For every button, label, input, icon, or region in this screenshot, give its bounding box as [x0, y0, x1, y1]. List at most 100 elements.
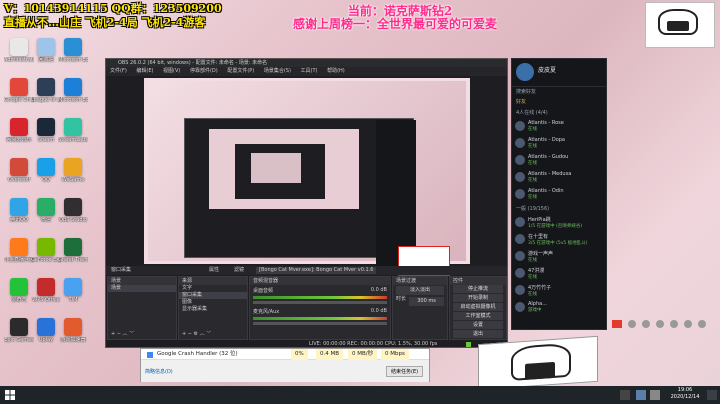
desktop-icon-gta[interactable]: Grand Theft Auto V [58, 238, 88, 263]
tray-chevron-icon[interactable] [620, 390, 630, 400]
friend-row[interactable]: Atlantis - Medusa 在线 [512, 169, 606, 186]
tray-icon[interactable] [698, 320, 706, 328]
window-select[interactable]: [Bongo Cat Mver.exe]: Bongo Cat Mver v0.… [256, 267, 377, 274]
network-icon[interactable] [636, 390, 646, 400]
friend-row[interactable]: 在十里有 3/5 在游戏中 (5v5 极地乱斗) [512, 231, 606, 248]
menu-edit[interactable]: 编辑(E) [136, 68, 153, 74]
scene-add-button[interactable]: + − ︿ ﹀ [108, 331, 134, 338]
friend-row[interactable]: 47洪漫 在线 [512, 265, 606, 282]
friend-row[interactable]: HeriPia跳 1/5 在游戏中 (召唤师峡谷) [512, 214, 606, 231]
desktop-icon-wegame[interactable]: WeGame [58, 158, 88, 183]
desktop-icon-steam[interactable]: Steam [31, 118, 61, 143]
tray-icon[interactable] [656, 320, 664, 328]
desktop-icon-streamlabs[interactable]: StreamLabs [58, 118, 88, 143]
desktop-icon-qq2[interactable]: 腾讯QQ [4, 198, 34, 223]
friend-group-header[interactable]: 4人在线 (4/4) [512, 107, 606, 118]
duration-input[interactable]: 300 ms [409, 297, 444, 306]
fewer-details-link[interactable]: 简略信息(D) [145, 368, 173, 375]
notification-icon[interactable] [707, 390, 717, 400]
desktop-icon-recycle-bin[interactable]: 回收站 [31, 38, 61, 63]
menu-view[interactable]: 视图(V) [163, 68, 180, 74]
transition-select[interactable]: 淡入淡出 [396, 286, 444, 295]
desktop-icon-edge[interactable]: Microsoft Edge [58, 38, 88, 63]
start-recording-button[interactable]: 开始录制 [453, 294, 503, 302]
friend-status: 在线 [528, 127, 537, 132]
process-memory: 0.4 MB [316, 349, 344, 360]
scene-item[interactable]: 场景 [108, 285, 176, 292]
source-item[interactable]: 文字 [179, 285, 247, 292]
gta-icon [64, 238, 82, 256]
desktop-icon-accelerator[interactable]: 游戏加速器 [58, 318, 88, 343]
clock[interactable]: 19:06 2020/12/14 [666, 387, 704, 401]
user-avatar[interactable] [516, 63, 534, 81]
menu-scene-collection[interactable]: 场景集合(S) [264, 68, 291, 74]
desktop-icon-overwolf[interactable]: Overwolf [4, 158, 34, 183]
process-row[interactable]: Google Crash Handler (32 位) 0% 0.4 MB 0 … [141, 349, 429, 360]
volume-icon[interactable] [650, 390, 660, 400]
menu-file[interactable]: 文件(F) [110, 68, 127, 74]
obs-preview[interactable] [144, 78, 470, 276]
windows-start-icon[interactable] [5, 390, 15, 400]
search-friends[interactable]: 搜索好友 [512, 87, 606, 97]
volume-slider[interactable] [253, 301, 387, 304]
stop-streaming-button[interactable]: 停止推流 [453, 285, 503, 293]
desktop-icon-wechat[interactable]: 微信 [31, 198, 61, 223]
friend-row[interactable]: Atlantis - Gudou 在线 [512, 152, 606, 169]
menu-tools[interactable]: 工具(T) [301, 68, 318, 74]
desktop-icon-wps[interactable]: WPS Office [31, 278, 61, 303]
friend-row[interactable]: Atlantis - Dopa 在线 [512, 135, 606, 152]
studio-mode-button[interactable]: 工作室模式 [453, 312, 503, 320]
source-item[interactable]: 显示器采集 [179, 306, 247, 313]
desktop-icon-lol[interactable]: League of Legends [31, 78, 61, 103]
desktop-icon-label: Uplay [38, 337, 54, 343]
tray-icon[interactable] [628, 320, 636, 328]
obs-title-bar[interactable]: OBS 26.0.2 (64 bit, windows) - 配置文件: 未命名… [106, 59, 507, 67]
menu-profile[interactable]: 配置文件(P) [227, 68, 254, 74]
filters-button[interactable]: 滤镜 [231, 267, 244, 274]
task-manager-window[interactable]: Google Crash Handler (32 位) 0% 0.4 MB 0 … [140, 348, 430, 382]
desktop-icon-qq[interactable]: QQ [31, 158, 61, 183]
desktop-icon-iqiyi[interactable]: 爱奇艺 [4, 278, 34, 303]
desktop-icon-edge2[interactable]: Microsoft Edge [58, 78, 88, 103]
sogou-icon[interactable] [612, 320, 622, 328]
end-task-button[interactable]: 结束任务(E) [386, 366, 424, 377]
desktop-icon-netease-music[interactable]: 网易云音乐 [4, 118, 34, 143]
desktop-icon-chrome[interactable]: Google Chrome [4, 78, 34, 103]
desktop-icon-obs[interactable]: OBS Studio [58, 198, 88, 223]
obs-window[interactable]: OBS 26.0.2 (64 bit, windows) - 配置文件: 未命名… [105, 58, 508, 348]
tray-icon[interactable] [642, 320, 650, 328]
friend-list-window[interactable]: 皮皮夏 搜索好友 好友 4人在线 (4/4) Atlantis - Rose 在线… [511, 58, 607, 330]
obs-menu-bar: 文件(F) 编辑(E) 视图(V) 停靠部件(D) 配置文件(P) 场景集合(S… [106, 67, 507, 76]
friend-row[interactable]: 4万竹竹子 在线 [512, 282, 606, 299]
desktop-icon-uplay[interactable]: Uplay [31, 318, 61, 343]
source-add-button[interactable]: + − ⚙ ︿ ﹀ [179, 331, 211, 338]
properties-button[interactable]: 属性 [206, 267, 219, 274]
friend-row[interactable]: Alpha... 游戏中 [512, 299, 606, 316]
desktop-icon-epic[interactable]: Epic Games [4, 318, 34, 343]
exit-button[interactable]: 退出 [453, 330, 503, 338]
virtual-camera-button[interactable]: 启动虚拟摄像机 [453, 303, 503, 311]
menu-help[interactable]: 帮助(H) [327, 68, 345, 74]
friend-avatar [515, 268, 525, 278]
friend-row[interactable]: 游戏一声声 在线 [512, 248, 606, 265]
desktop-icon-tim[interactable]: TIM [58, 278, 88, 303]
source-item[interactable]: 图像 [179, 299, 247, 306]
desktop-icon-douyu[interactable]: 斗鱼直播伴侣 [4, 238, 34, 263]
friend-row[interactable]: Atlantis - Rose 在线 [512, 118, 606, 135]
desktop-icon-label: OBS Studio [59, 217, 87, 223]
contact-line-2: 直播从不…山庄 飞机2-4局 飞机2-4游客 [4, 16, 206, 29]
mixer-header: 音频混音器 [250, 277, 390, 285]
desktop-icon-admin[interactable]: Administrator [4, 38, 34, 63]
friend-group-header[interactable]: 一般 (19/156) [512, 203, 606, 214]
friend-row[interactable]: Atlantis - Odin 在线 [512, 186, 606, 203]
tray-icon[interactable] [684, 320, 692, 328]
source-item[interactable]: 窗口采集 [179, 292, 247, 299]
tray-icon[interactable] [670, 320, 678, 328]
tab-friends[interactable]: 好友 [512, 97, 606, 107]
menu-docks[interactable]: 停靠部件(D) [190, 68, 218, 74]
volume-slider[interactable] [253, 322, 387, 325]
desktop-icon-geforce[interactable]: GeForce Exp [31, 238, 61, 263]
transition-header: 场景过渡 [393, 277, 447, 285]
settings-button[interactable]: 设置 [453, 321, 503, 329]
mixer-channel: 麦克风/Aux 0.0 dB [250, 306, 390, 327]
